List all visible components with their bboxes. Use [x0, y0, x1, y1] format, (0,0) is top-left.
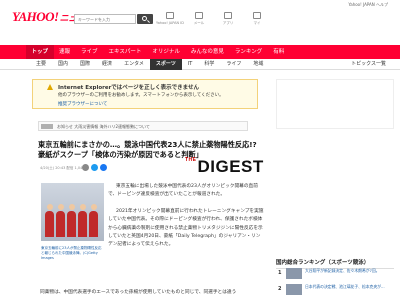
ranking-thumbnail — [286, 284, 302, 295]
facebook-share-icon[interactable] — [100, 164, 107, 171]
photo-figure-head — [90, 204, 97, 210]
nav-item-paid[interactable]: 有料 — [268, 45, 290, 59]
nav-item-breaking[interactable]: 速報 — [54, 45, 76, 59]
article-paragraph: 2021年オリンピック開幕直前に行われたトレーニングキャンプを実施していた中国代… — [108, 208, 264, 248]
header-icon-id[interactable]: Yahoo! JAPAN ID — [156, 12, 184, 26]
header-icon-label: メール — [193, 21, 205, 25]
recommended-browser-link[interactable]: 推奨ブラウザーについて — [58, 101, 107, 107]
nav-item-top[interactable]: トップ — [26, 45, 54, 59]
ranking-item-title: 大谷翔平が新記録決定、佐々木朗希が7回。 — [305, 268, 380, 273]
header-icon-my[interactable]: マイ — [247, 12, 267, 26]
site-notice-text: お知らせ 大雨災害情報 海外ハリ2速報態勢について — [57, 124, 150, 129]
photo-figure — [89, 211, 98, 237]
search-button[interactable] — [137, 14, 153, 24]
comment-icon[interactable] — [82, 164, 89, 171]
nav-item-ranking[interactable]: ランキング — [229, 45, 267, 59]
main-nav: トップ 速報 ライブ エキスパート オリジナル みんなの意見 ランキング 有料 — [0, 45, 400, 59]
article-paragraph: 東京五輪に出場した競泳中国代表の23人がオリンピック開幕の直前で、ドーピング違反… — [108, 184, 258, 198]
tab-sports[interactable]: スポーツ — [149, 59, 182, 70]
tab-local[interactable]: 地域 — [247, 59, 269, 70]
x-share-icon[interactable] — [91, 164, 98, 171]
ie-warning-title: Internet Explorerではページを正しく表示できません — [58, 85, 200, 91]
rank-number: 1 — [278, 270, 282, 276]
photo-figure — [56, 211, 65, 237]
site-header: Yahoo! JAPAN ヘルプ YAHOO!ニュース Yahoo! JAPAN… — [0, 0, 400, 40]
photo-figure — [45, 211, 54, 237]
tab-economy[interactable]: 経済 — [96, 59, 118, 70]
logo-text: YAHOO! — [12, 9, 59, 24]
warning-icon — [47, 84, 53, 90]
source-logo-text: DIGEST — [197, 157, 264, 176]
photo-figure — [78, 211, 87, 237]
sidebar-ad[interactable] — [276, 79, 394, 129]
header-icon-label: マイ — [253, 21, 261, 25]
source-logo-prefix: THE — [185, 157, 197, 163]
search-icon — [142, 16, 147, 21]
rank-number: 2 — [278, 286, 282, 292]
search-input[interactable] — [74, 14, 136, 24]
category-nav: 主要 国内 国際 経済 エンタメ スポーツ IT 科学 ライフ 地域 トピックス… — [0, 59, 400, 70]
id-icon — [166, 12, 174, 19]
ranking-item[interactable]: 1 大谷翔平が新記録決定、佐々木朗希が7回。 — [278, 268, 394, 282]
topics-list-link[interactable]: トピックス一覧 — [351, 59, 386, 70]
header-icon-label: Yahoo! JAPAN ID — [156, 21, 184, 25]
sidebar-blank — [276, 135, 394, 255]
tab-it[interactable]: IT — [182, 59, 199, 70]
ie-warning-body: 他のブラウザーのご利用をお勧めします。スマートフォンから表示してください。 — [58, 93, 224, 98]
photo-figure-head — [68, 204, 75, 210]
ranking-item-title: 日本代表の決定戦、池江璃花子、松本克央が… — [305, 284, 385, 289]
site-notice[interactable]: お知らせ 大雨災害情報 海外ハリ2速報態勢について — [38, 121, 248, 131]
ranking-thumbnail — [286, 268, 302, 279]
tab-domestic[interactable]: 国内 — [52, 59, 74, 70]
nav-item-original[interactable]: オリジナル — [147, 45, 186, 59]
header-icon-label: アプリ — [222, 21, 234, 25]
nav-item-opinion[interactable]: みんなの意見 — [185, 45, 229, 59]
notice-tag — [41, 124, 53, 129]
top-links[interactable]: Yahoo! JAPAN ヘルプ — [348, 2, 388, 8]
publish-time: 4/20(土) 20:43 配信 1,046 — [40, 166, 85, 170]
tab-main[interactable]: 主要 — [30, 59, 52, 70]
mail-icon — [195, 12, 203, 19]
header-icon-app[interactable]: アプリ — [218, 12, 238, 26]
app-icon — [224, 12, 232, 19]
header-icons: Yahoo! JAPAN ID メール アプリ マイ — [156, 12, 267, 26]
photo-caption[interactable]: 東京五輪前に23人が禁止薬物陽性反応と報じられた中国競泳陣。(C)Getty I… — [41, 246, 104, 261]
photo-figure-head — [46, 204, 53, 210]
tab-entertainment[interactable]: エンタメ — [118, 59, 150, 70]
photo-figure-head — [79, 204, 86, 210]
nav-item-live[interactable]: ライブ — [76, 45, 104, 59]
article-photo[interactable] — [41, 183, 104, 241]
photo-figure — [67, 211, 76, 237]
header-icon-mail[interactable]: メール — [189, 12, 209, 26]
tab-science[interactable]: 科学 — [198, 59, 220, 70]
nav-item-expert[interactable]: エキスパート — [103, 45, 147, 59]
article-body: 東京五輪に出場した競泳中国代表の23人がオリンピック開幕の直前で、ドーピング違反… — [108, 183, 264, 258]
ie-warning-box: Internet Explorerではページを正しく表示できません 他のブラウザ… — [32, 79, 258, 109]
article-meta: 4/20(土) 20:43 配信 1,046 — [40, 166, 85, 171]
article-paragraph-continued: 同薬物は、中国代表選手のエースであった孫楊が使用していたものと同じで、同選手とは… — [40, 290, 237, 295]
share-buttons — [82, 164, 107, 171]
photo-figure-head — [57, 204, 64, 210]
headline-line-1: 東京五輪前にまさかの…。競泳中国代表23人に禁止薬物陽性反応!? — [38, 140, 257, 149]
source-logo[interactable]: THEDIGEST — [185, 157, 264, 177]
tab-life[interactable]: ライフ — [220, 59, 247, 70]
my-icon — [253, 12, 261, 19]
tab-international[interactable]: 国際 — [74, 59, 96, 70]
ranking-item[interactable]: 2 日本代表の決定戦、池江璃花子、松本克央が… — [278, 284, 394, 298]
